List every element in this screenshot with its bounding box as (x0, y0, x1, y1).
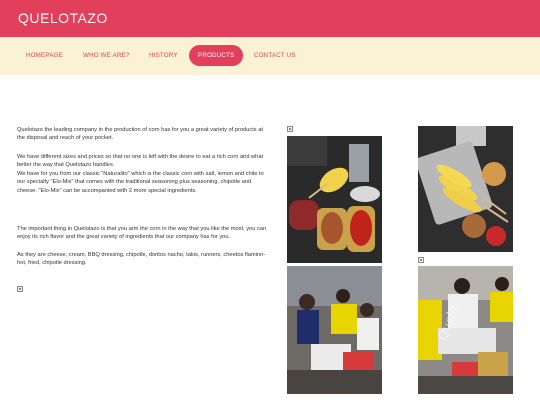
corn-toppings-image (287, 136, 382, 263)
sizes-paragraph: We have different sizes and prices so th… (17, 154, 264, 169)
broken-image-icon (418, 257, 424, 263)
top-bar: QUELOTAZO (0, 0, 540, 37)
nav-item-contact-us[interactable]: CONTACT US (254, 52, 296, 59)
nav-item-products[interactable]: PRODUCTS (198, 52, 234, 59)
event-image: Quelo (287, 266, 382, 394)
corn-tray-image (418, 126, 513, 252)
gallery-photo-event[interactable]: Quelo (287, 266, 382, 394)
intro-paragraph: Quelotazo the leading company in the pro… (17, 127, 263, 142)
products-paragraph: We have for you from our classic "Natura… (17, 171, 264, 194)
broken-image-icon (287, 126, 293, 132)
nav-item-homepage[interactable]: HOMEPAGE (26, 52, 63, 59)
site-logo[interactable]: QUELOTAZO (18, 10, 108, 26)
flavor-paragraph: The important thing in Quelotazo is that… (17, 226, 267, 241)
serving-image: Quelo (418, 266, 513, 394)
gallery-photo-serving[interactable]: Quelo (418, 266, 513, 394)
gallery-photo-corn-tray[interactable] (418, 126, 513, 252)
nav-item-who-we-are[interactable]: WHO WE ARE? (83, 52, 130, 59)
gallery-photo-corn-toppings[interactable] (287, 136, 382, 263)
nav-item-history[interactable]: HISTORY (149, 52, 178, 59)
broken-image-icon (17, 286, 23, 292)
ingredients-paragraph: As they are cheese, cream, BBQ dressing,… (17, 252, 266, 267)
